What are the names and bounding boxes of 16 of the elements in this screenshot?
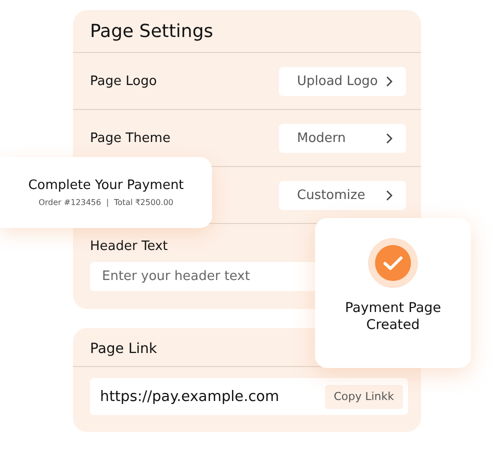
setting-button[interactable]: Upload Logo [279, 66, 406, 96]
payment-details: Order #123456 | Total ₹2500.00 [38, 198, 174, 207]
payment-title: Complete Your Payment [28, 178, 184, 193]
link-field[interactable]: https://pay.example.com Copy Linkk [90, 378, 408, 415]
copy-link-button[interactable]: Copy Linkk [324, 384, 403, 408]
field-label: Header Text [90, 239, 169, 254]
chevron-right-icon [386, 76, 393, 86]
setting-button[interactable]: Modern [279, 124, 406, 152]
check-icon [368, 238, 418, 288]
setting-label: Page Theme [90, 130, 170, 146]
chevron-right-icon [386, 190, 393, 200]
setting-button[interactable]: Customize [279, 180, 406, 210]
chevron-right-icon [386, 132, 393, 144]
link-url: https://pay.example.com [100, 388, 280, 404]
card-title: Page Settings [73, 10, 421, 53]
setting-label: Page Logo [90, 74, 157, 88]
